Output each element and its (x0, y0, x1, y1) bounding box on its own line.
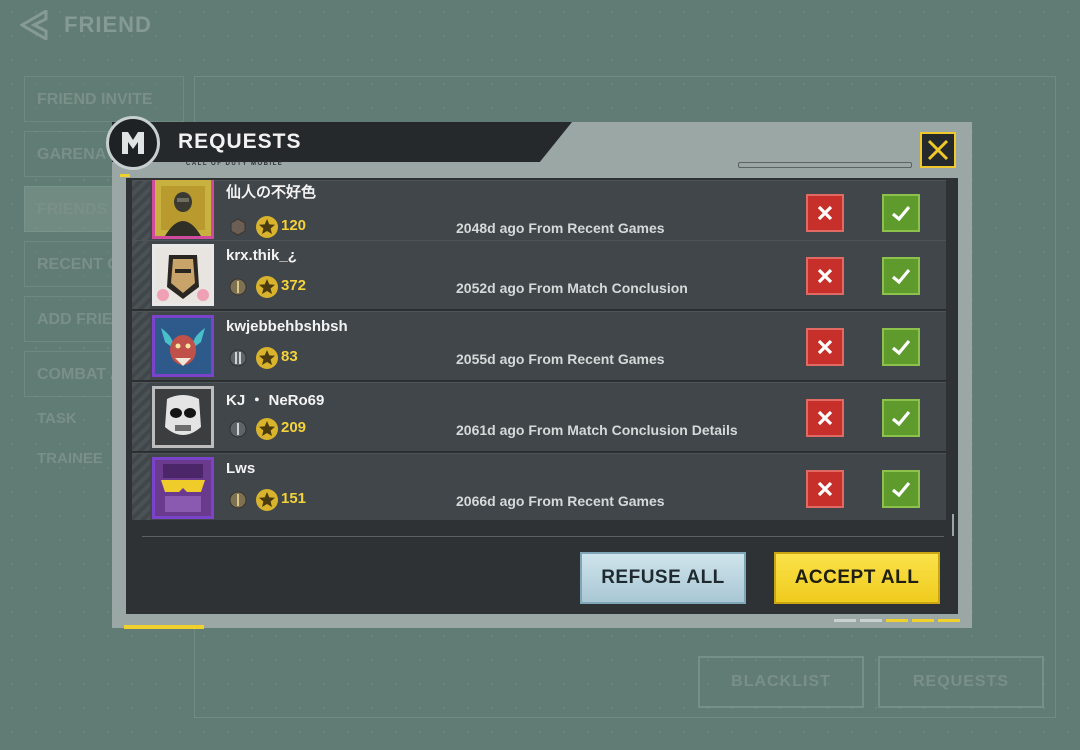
request-origin: 2061d ago From Match Conclusion Details (456, 422, 738, 438)
divider (142, 536, 944, 537)
x-icon (817, 339, 833, 355)
refuse-request-button[interactable] (806, 257, 844, 295)
player-level: 151 (281, 490, 307, 507)
bottom-accent (124, 625, 204, 629)
rank-icon (229, 349, 247, 367)
level-star-icon (256, 418, 278, 440)
check-icon (891, 410, 911, 427)
request-row: krx.thik_¿ 372 2052d ago From Match Conc… (132, 240, 946, 310)
ghost-skull-avatar (152, 386, 214, 448)
request-row: KJ ・ NeRo69 209 2061d ago From Match Con… (132, 382, 946, 452)
request-origin: 2055d ago From Recent Games (456, 351, 665, 367)
modal-subtitle: CALL OF DUTY MOBILE (186, 161, 284, 167)
request-row: Lws 151 2066d ago From Recent Games (132, 453, 946, 520)
x-icon (817, 205, 833, 221)
x-icon (817, 410, 833, 426)
accept-all-button[interactable]: ACCEPT ALL (774, 552, 940, 604)
row-stripe (132, 181, 150, 247)
request-list[interactable]: 仙人の不好色 120 2048d ago From Recent Games k… (132, 180, 946, 520)
list-scrollbar[interactable] (952, 514, 954, 536)
x-icon (817, 481, 833, 497)
level-star-icon (256, 216, 278, 238)
check-icon (891, 268, 911, 285)
player-name: Lws (226, 460, 256, 477)
level-star-icon (256, 276, 278, 298)
accept-request-button[interactable] (882, 194, 920, 232)
row-stripe (132, 454, 150, 520)
player-level: 83 (281, 348, 298, 365)
request-row: kwjebbehbshbsh 83 2055d ago From Recent … (132, 311, 946, 381)
accept-request-button[interactable] (882, 399, 920, 437)
refuse-request-button[interactable] (806, 328, 844, 366)
masked-warrior-avatar (152, 244, 214, 306)
player-level: 120 (281, 217, 307, 234)
cod-logo-icon (106, 116, 160, 170)
accept-request-button[interactable] (882, 257, 920, 295)
request-row: 仙人の不好色 120 2048d ago From Recent Games (132, 180, 946, 248)
rank-icon (230, 218, 246, 236)
player-level: 209 (281, 419, 307, 436)
check-icon (891, 205, 911, 222)
refuse-request-button[interactable] (806, 470, 844, 508)
request-origin: 2048d ago From Recent Games (456, 220, 665, 236)
refuse-all-button[interactable]: REFUSE ALL (580, 552, 746, 604)
row-stripe (132, 241, 150, 309)
level-star-icon (256, 347, 278, 369)
requests-modal: REQUESTS CALL OF DUTY MOBILE 仙人の不好色 120 … (106, 116, 972, 629)
goggles-avatar (152, 457, 214, 519)
level-star-icon (256, 489, 278, 511)
rank-icon (229, 278, 247, 296)
monster-avatar (152, 315, 214, 377)
check-icon (891, 481, 911, 498)
modal-title: REQUESTS (178, 130, 302, 153)
progress-track (738, 162, 912, 168)
player-name: 仙人の不好色 (226, 184, 317, 201)
refuse-request-button[interactable] (806, 194, 844, 232)
rank-icon (229, 491, 247, 509)
player-level: 372 (281, 277, 307, 294)
refuse-request-button[interactable] (806, 399, 844, 437)
x-icon (817, 268, 833, 284)
accept-request-button[interactable] (882, 470, 920, 508)
logo-accent (120, 174, 130, 177)
soldier-avatar (152, 180, 214, 239)
player-name: krx.thik_¿ (226, 247, 297, 264)
close-button[interactable] (920, 132, 956, 168)
player-name: KJ ・ NeRo69 (226, 392, 325, 409)
row-stripe (132, 312, 150, 380)
check-icon (891, 339, 911, 356)
request-origin: 2066d ago From Recent Games (456, 493, 665, 509)
request-origin: 2052d ago From Match Conclusion (456, 280, 688, 296)
player-name: kwjebbehbshbsh (226, 318, 348, 335)
rank-icon (229, 420, 247, 438)
close-icon (927, 139, 949, 161)
accept-request-button[interactable] (882, 328, 920, 366)
row-stripe (132, 383, 150, 451)
